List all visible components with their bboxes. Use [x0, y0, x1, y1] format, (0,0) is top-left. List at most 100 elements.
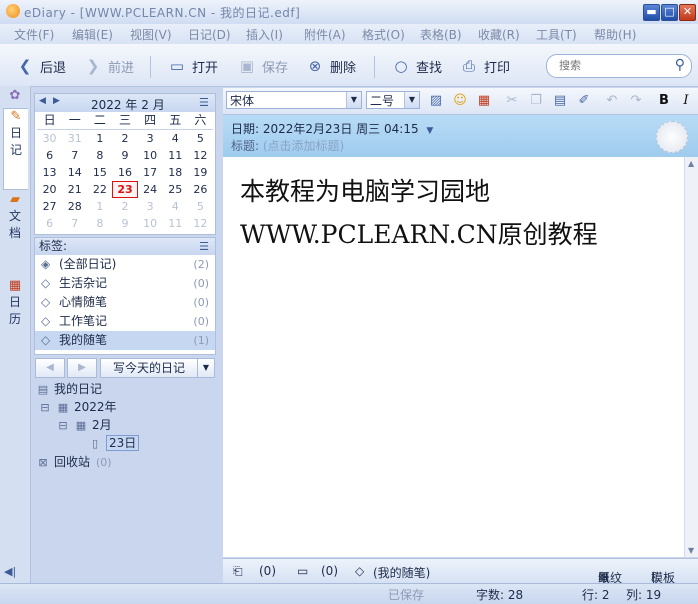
calendar-day[interactable]: 4	[163, 130, 188, 147]
calendar-day[interactable]: 1	[87, 198, 112, 215]
bold-icon[interactable]: B	[655, 92, 673, 110]
search-box[interactable]: ⚲	[546, 54, 692, 78]
menu-insert[interactable]: 插入(I)	[246, 26, 283, 43]
calendar-day[interactable]: 13	[37, 164, 62, 181]
calendar-day-today[interactable]: 23	[112, 181, 138, 198]
collapse-panel-icon[interactable]: ◀|	[4, 565, 16, 578]
back-button[interactable]: ❮ 后退	[16, 56, 66, 76]
entry-tag-label[interactable]: (我的随笔)	[373, 564, 430, 581]
insert-date-icon[interactable]: ▦	[475, 92, 493, 110]
tag-item-life[interactable]: ◇ 生活杂记 (0)	[35, 274, 215, 293]
paste-icon[interactable]: ▤	[551, 92, 569, 110]
tab-documents[interactable]: ▰ 文 档	[3, 192, 27, 268]
weather-badge-icon[interactable]	[656, 121, 688, 153]
open-button[interactable]: ▭ 打开	[168, 56, 218, 76]
calendar-day[interactable]: 10	[138, 215, 163, 232]
calendar-day[interactable]: 14	[62, 164, 87, 181]
calendar-day[interactable]: 1	[87, 130, 112, 147]
menu-tools[interactable]: 工具(T)	[536, 26, 577, 43]
entry-date-row[interactable]: 日期: 2022年2月23日 周三 04:15 ▼	[231, 120, 433, 137]
insert-image-icon[interactable]: ▨	[427, 92, 445, 110]
calendar-day[interactable]: 20	[37, 181, 62, 198]
calendar-day[interactable]: 5	[188, 198, 213, 215]
menu-help[interactable]: 帮助(H)	[594, 26, 636, 43]
calendar-day[interactable]: 11	[163, 215, 188, 232]
calendar-day[interactable]: 19	[188, 164, 213, 181]
diary-editor[interactable]: 本教程为电脑学习园地 WWW.PCLEARN.CN原创教程	[223, 157, 684, 557]
search-input[interactable]	[557, 58, 673, 73]
date-dropdown-icon[interactable]: ▼	[426, 126, 433, 136]
maximize-button[interactable]: □	[661, 4, 678, 21]
calendar-day[interactable]: 22	[87, 181, 112, 198]
tab-diary[interactable]: ✎ 日 记	[3, 108, 28, 190]
calendar-day[interactable]: 17	[138, 164, 163, 181]
calendar-day[interactable]: 8	[87, 147, 112, 164]
prev-month-icon[interactable]: ◀	[39, 96, 46, 106]
font-family-select[interactable]: 宋体 ▼	[226, 91, 362, 109]
write-today-button[interactable]: 写今天的日记	[100, 358, 198, 378]
next-entry-button[interactable]: ▶	[67, 358, 97, 378]
calendar-menu-icon[interactable]: ☰	[199, 96, 209, 109]
calendar-day[interactable]: 2	[112, 130, 137, 147]
menu-format[interactable]: 格式(O)	[362, 26, 405, 43]
calendar-day[interactable]: 16	[112, 164, 137, 181]
calendar-day[interactable]: 2	[112, 198, 137, 215]
calendar-day[interactable]: 25	[163, 181, 188, 198]
next-month-icon[interactable]: ▶	[53, 96, 60, 106]
delete-button[interactable]: ⊗ 删除	[306, 56, 356, 76]
calendar-day[interactable]: 27	[37, 198, 62, 215]
calendar-day[interactable]: 11	[163, 147, 188, 164]
calendar-day[interactable]: 9	[112, 215, 137, 232]
calendar-day[interactable]: 26	[188, 181, 213, 198]
close-button[interactable]: ✕	[679, 4, 696, 21]
menu-file[interactable]: 文件(F)	[14, 26, 54, 43]
tree-year[interactable]: ⊟ ▦ 2022年	[38, 399, 116, 416]
entry-title-row[interactable]: 标题: (点击添加标题)	[231, 137, 344, 154]
undo-icon[interactable]: ↶	[603, 92, 621, 110]
calendar-day[interactable]: 24	[138, 181, 163, 198]
menu-diary[interactable]: 日记(D)	[188, 26, 231, 43]
chevron-down-icon[interactable]: ▼	[404, 92, 419, 108]
editor-scrollbar[interactable]: ▲ ▼	[684, 157, 698, 557]
cut-icon[interactable]: ✂	[503, 92, 521, 110]
scroll-down-icon[interactable]: ▼	[688, 546, 694, 555]
save-button[interactable]: ▣ 保存	[238, 56, 288, 76]
calendar-day[interactable]: 15	[87, 164, 112, 181]
write-today-dropdown[interactable]: ▼	[197, 358, 215, 378]
format-brush-icon[interactable]: ✐	[575, 92, 593, 110]
calendar-day[interactable]: 31	[62, 130, 87, 147]
redo-icon[interactable]: ↷	[627, 92, 645, 110]
settings-gear-icon[interactable]: ✿	[3, 88, 27, 104]
tree-day[interactable]: ▯ 23日	[88, 435, 140, 452]
calendar-day[interactable]: 5	[188, 130, 213, 147]
font-size-select[interactable]: 二号 ▼	[366, 91, 420, 109]
tags-menu-icon[interactable]: ☰	[199, 238, 209, 255]
tag-item-mood[interactable]: ◇ 心情随笔 (0)	[35, 293, 215, 312]
tab-calendar[interactable]: ▦ 日 历	[3, 278, 27, 354]
tag-item-essay[interactable]: ◇ 我的随笔 (1)	[35, 331, 215, 350]
chevron-down-icon[interactable]: ▼	[346, 92, 361, 108]
tag-item-work[interactable]: ◇ 工作笔记 (0)	[35, 312, 215, 331]
calendar-day[interactable]: 21	[62, 181, 87, 198]
menu-attachment[interactable]: 附件(A)	[304, 26, 346, 43]
calendar-day[interactable]: 10	[138, 147, 163, 164]
collapse-minus-icon[interactable]: ⊟	[56, 417, 70, 434]
print-button[interactable]: ⎙ 打印	[460, 56, 510, 76]
comment-icon[interactable]: ▭	[297, 564, 308, 578]
forward-button[interactable]: ❯ 前进	[84, 56, 134, 76]
menu-view[interactable]: 视图(V)	[130, 26, 172, 43]
tag-icon[interactable]: ◇	[355, 564, 364, 578]
calendar-day[interactable]: 6	[37, 147, 62, 164]
minimize-button[interactable]: ▬	[643, 4, 660, 21]
menu-favorites[interactable]: 收藏(R)	[478, 26, 520, 43]
calendar-day[interactable]: 7	[62, 147, 87, 164]
calendar-day[interactable]: 9	[112, 147, 137, 164]
calendar-day[interactable]: 6	[37, 215, 62, 232]
calendar-day[interactable]: 7	[62, 215, 87, 232]
calendar-day[interactable]: 3	[138, 130, 163, 147]
title-placeholder[interactable]: (点击添加标题)	[263, 139, 344, 153]
search-icon[interactable]: ⚲	[675, 57, 685, 73]
calendar-day[interactable]: 12	[188, 147, 213, 164]
calendar-day[interactable]: 18	[163, 164, 188, 181]
calendar-day[interactable]: 12	[188, 215, 213, 232]
